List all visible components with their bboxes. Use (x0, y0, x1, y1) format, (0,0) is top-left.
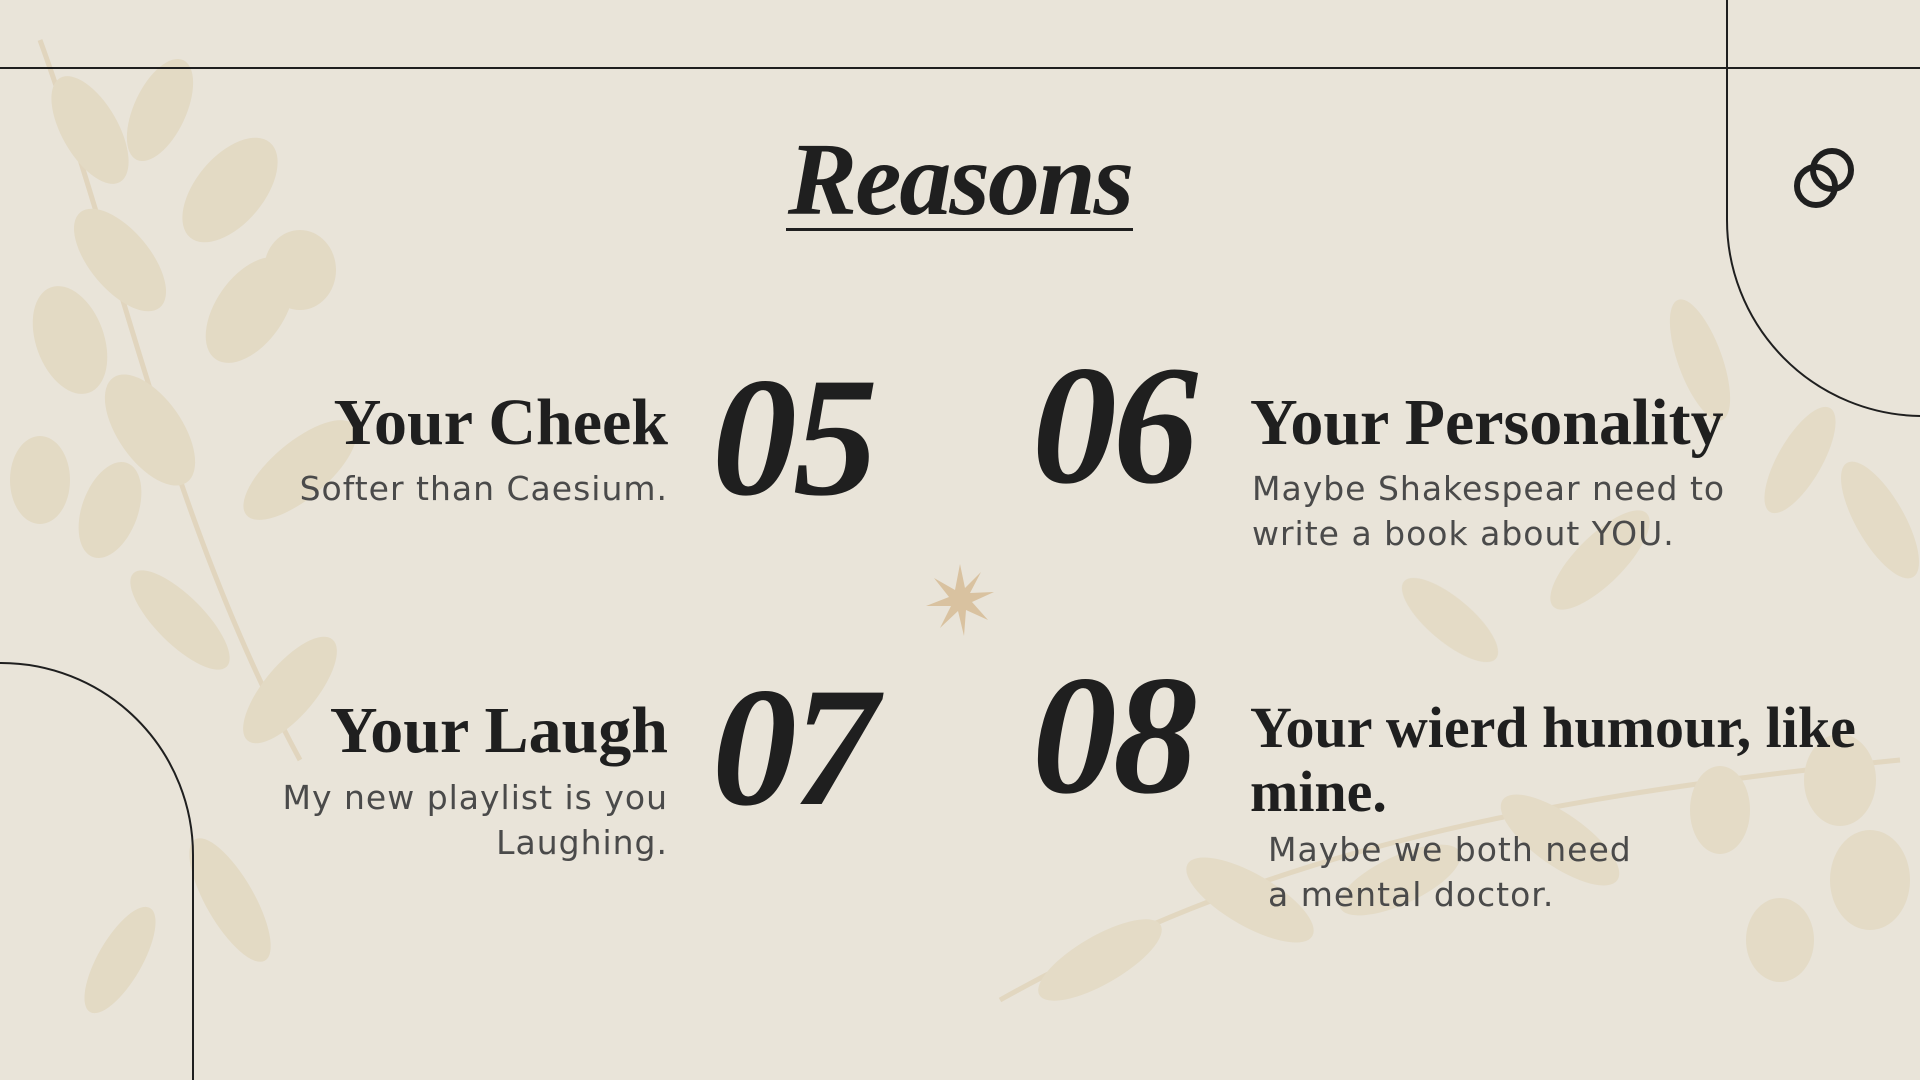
starburst-icon (926, 564, 994, 636)
reason-description: My new playlist is you Laughing. (282, 778, 668, 862)
reason-description: Maybe we both need a mental doctor. (1268, 830, 1632, 914)
reason-number: 08 (1032, 641, 1198, 829)
reason-number: 05 (712, 343, 878, 531)
reason-heading: Your Personality (1250, 386, 1724, 459)
reason-description: Maybe Shakespear need to write a book ab… (1252, 469, 1726, 553)
reason-heading: Your Cheek (333, 386, 668, 459)
reason-number: 07 (712, 653, 878, 841)
reason-heading: Your Laugh (329, 694, 668, 767)
title-underline (786, 228, 1133, 231)
reason-heading: Your wierd humour, like mine. (1250, 695, 1856, 824)
page-title: Reasons (787, 122, 1134, 237)
reason-description: Softer than Caesium. (299, 469, 668, 508)
interlocked-rings-icon (1794, 148, 1854, 208)
reason-number: 06 (1032, 331, 1198, 519)
slide: Reasons Your Cheek Softer than Caesium. … (0, 0, 1920, 1080)
